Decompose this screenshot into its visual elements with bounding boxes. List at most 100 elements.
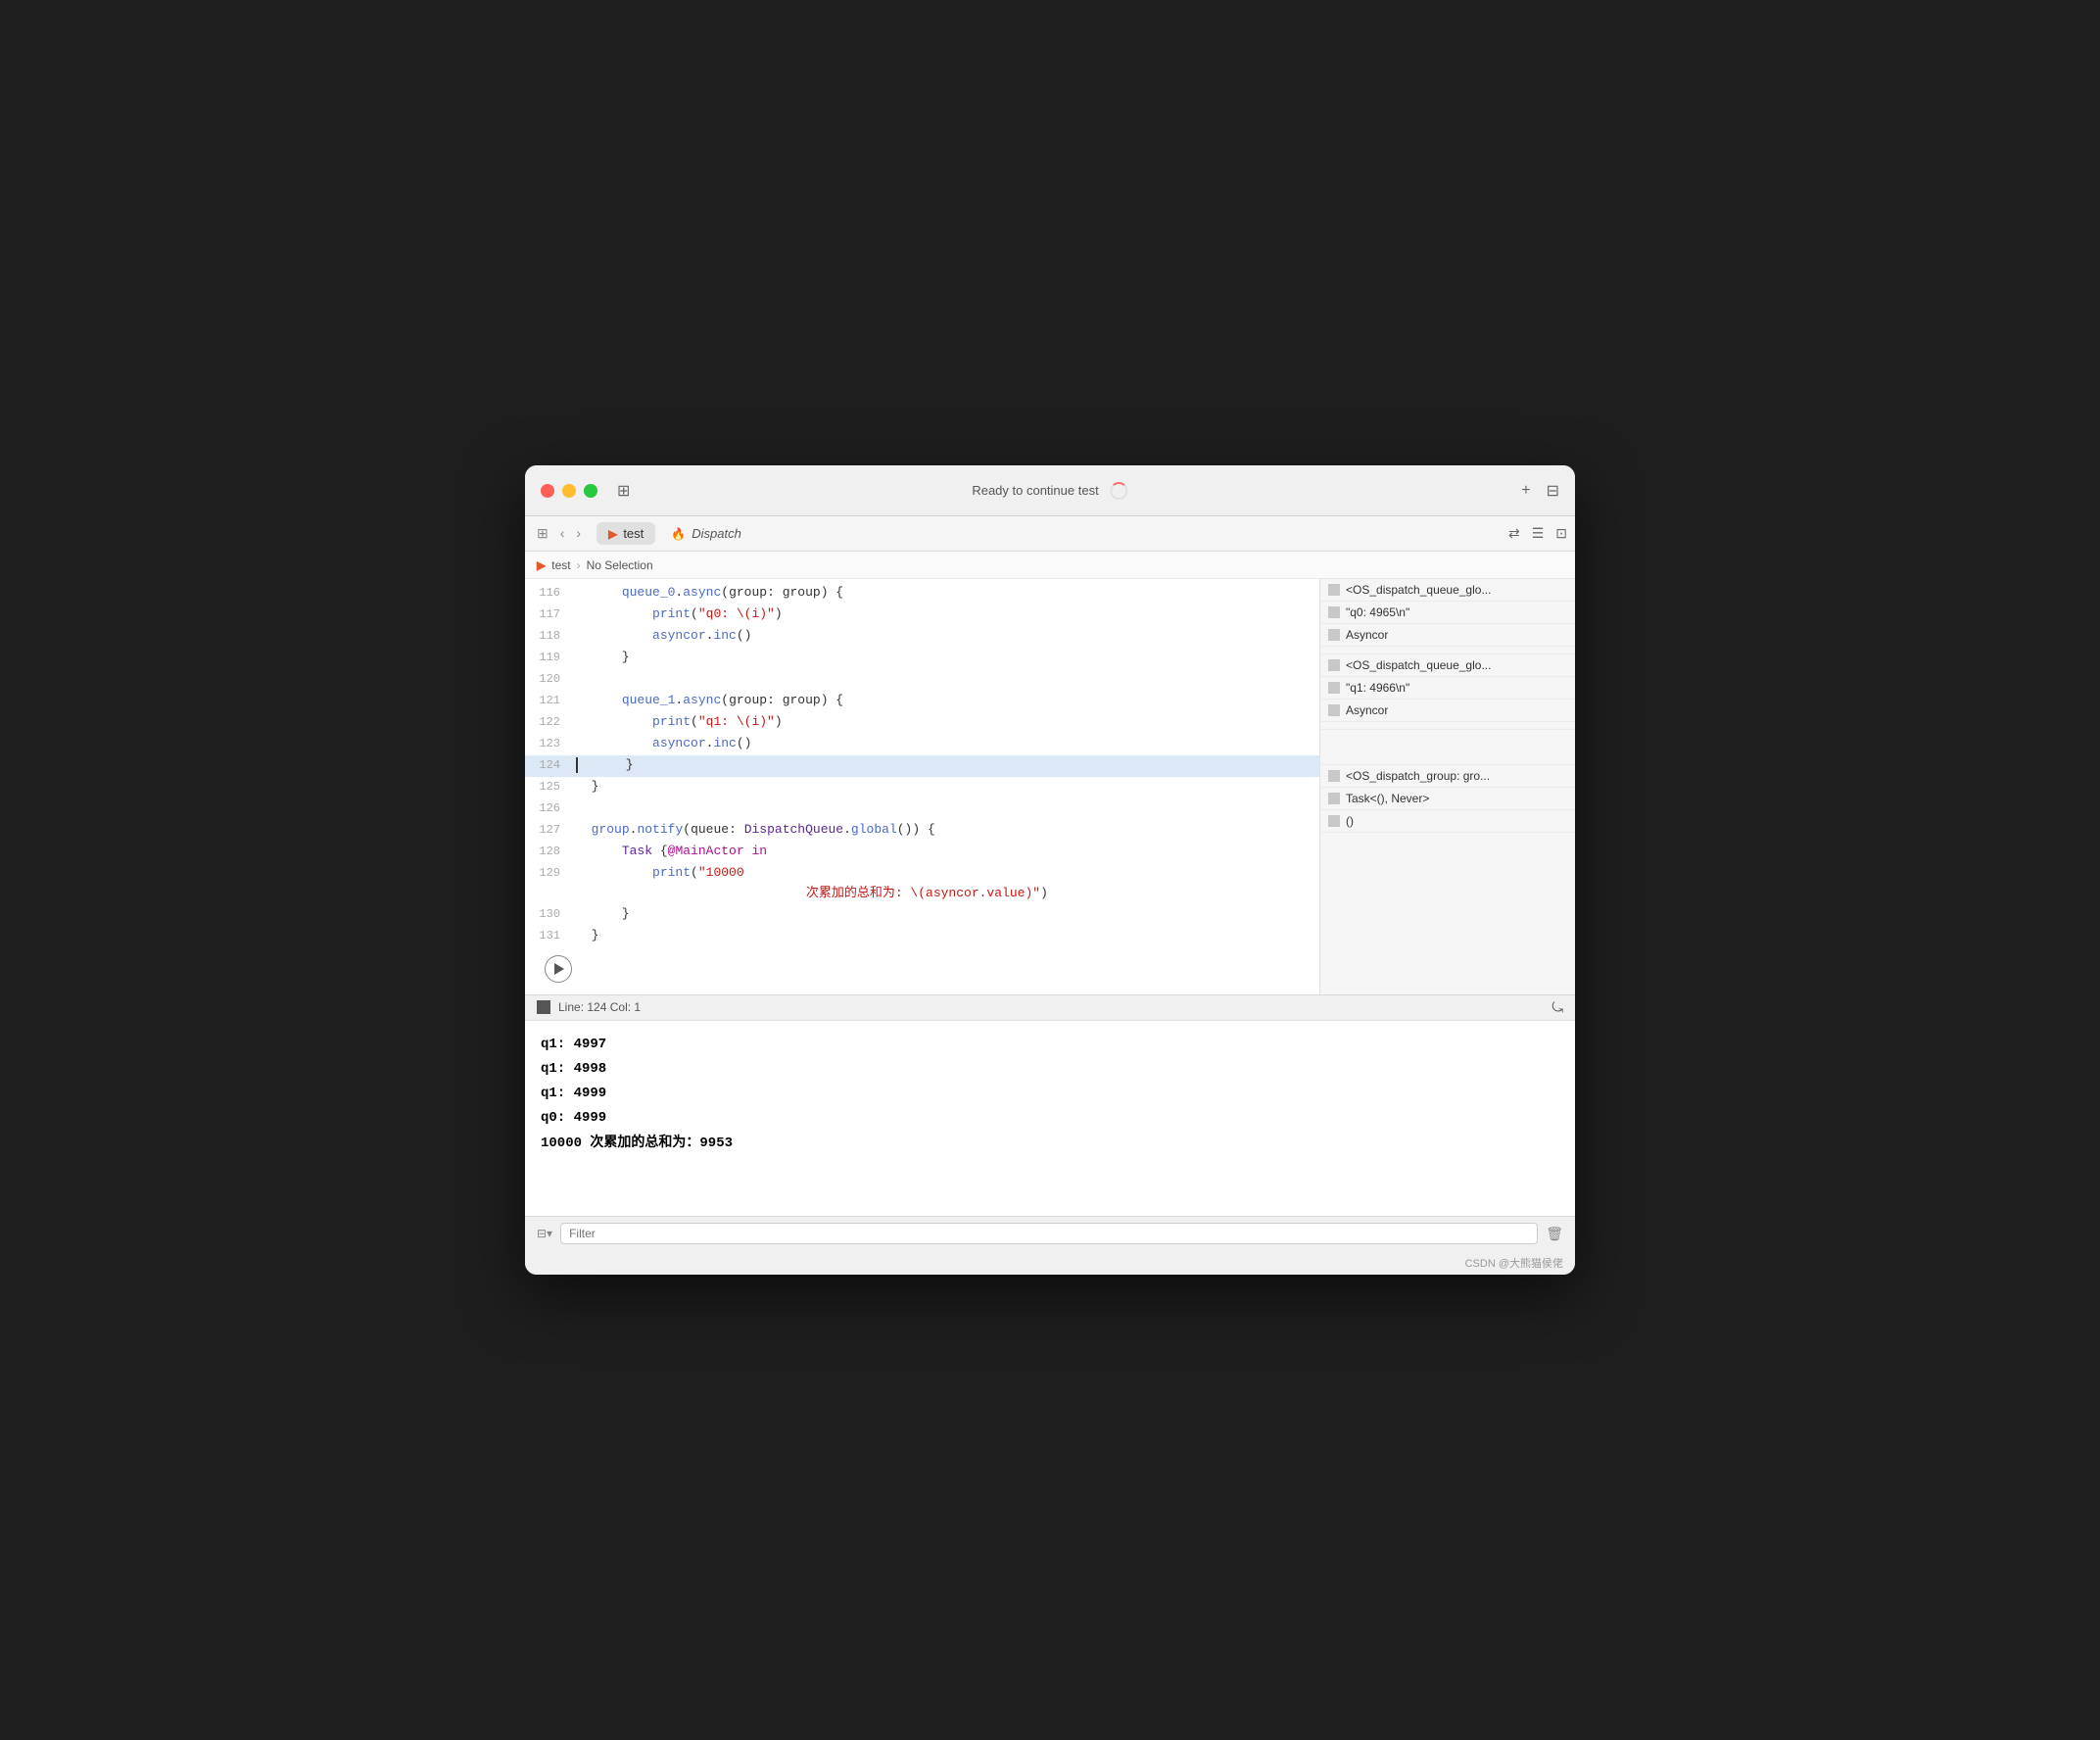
- panel-row: <OS_dispatch_queue_glo...: [1320, 579, 1575, 602]
- run-button[interactable]: [545, 955, 572, 983]
- panel-square-icon: [1328, 629, 1340, 641]
- breadcrumb-selection: No Selection: [587, 558, 653, 572]
- line-number: 126: [525, 798, 576, 818]
- table-row: 128 Task {@MainActor in: [525, 842, 1319, 863]
- line-content: queue_1.async(group: group) {: [576, 691, 1319, 711]
- nav-back-button[interactable]: ‹: [556, 523, 569, 544]
- line-number: 131: [525, 926, 576, 945]
- wrap-icon[interactable]: ⤿: [1551, 999, 1563, 1016]
- tab-dispatch[interactable]: 🔥 Dispatch: [659, 522, 753, 545]
- breadcrumb: ▶ test › No Selection: [525, 552, 1575, 579]
- titlebar: ⊞ Ready to continue test + ⊟: [525, 465, 1575, 516]
- line-content: }: [576, 755, 1319, 776]
- tab-navigation: ⊞ ‹ ›: [533, 523, 585, 544]
- table-row: 131 }: [525, 926, 1319, 947]
- panel-value: Asyncor: [1346, 628, 1388, 642]
- panel-square-icon: [1328, 606, 1340, 618]
- tabbar: ⊞ ‹ › ▶ test 🔥 Dispatch ⇄ ☰ ⊡: [525, 516, 1575, 552]
- statusbar: Line: 124 Col: 1 ⤿: [525, 994, 1575, 1020]
- panel-row: Asyncor: [1320, 624, 1575, 647]
- panel-divider: [1320, 647, 1575, 654]
- console-line: q1: 4997: [541, 1033, 1559, 1057]
- panel-value: <OS_dispatch_queue_glo...: [1346, 658, 1491, 672]
- line-number: 130: [525, 904, 576, 924]
- line-content: queue_0.async(group: group) {: [576, 583, 1319, 604]
- panel-square-icon: [1328, 682, 1340, 694]
- code-editor: 116 queue_0.async(group: group) { 117 pr…: [525, 579, 1320, 994]
- titlebar-right: + ⊟: [1521, 481, 1559, 501]
- console-output: q1: 4997 q1: 4998 q1: 4999 q0: 4999 1000…: [525, 1020, 1575, 1216]
- panel-value: <OS_dispatch_queue_glo...: [1346, 583, 1491, 597]
- traffic-lights: [541, 484, 597, 498]
- panel-square-icon: [1328, 584, 1340, 596]
- layout-icon[interactable]: ⊟: [1547, 481, 1559, 501]
- line-content: }: [576, 926, 1319, 946]
- code-area[interactable]: 116 queue_0.async(group: group) { 117 pr…: [525, 579, 1319, 994]
- attribution-text: CSDN @大熊猫侯佬: [1465, 1258, 1563, 1270]
- table-row: 118 asyncor.inc(): [525, 626, 1319, 648]
- line-content: asyncor.inc(): [576, 626, 1319, 647]
- main-window: ⊞ Ready to continue test + ⊟ ⊞ ‹ › ▶ tes…: [525, 465, 1575, 1275]
- line-info: Line: 124: [558, 1000, 606, 1014]
- table-row: 123 asyncor.inc(): [525, 734, 1319, 755]
- attribution: CSDN @大熊猫侯佬: [525, 1251, 1575, 1275]
- line-number: 120: [525, 669, 576, 689]
- breadcrumb-separator: ›: [577, 558, 581, 572]
- line-content: print("10000 次累加的总和为: \(asyncor.value)"): [576, 863, 1319, 904]
- titlebar-center: Ready to continue test: [972, 482, 1127, 500]
- col-value: Col: 1: [610, 1000, 641, 1014]
- table-row: 117 print("q0: \(i)"): [525, 604, 1319, 626]
- panel-square-icon: [1328, 815, 1340, 827]
- filter-input[interactable]: [560, 1223, 1538, 1244]
- table-row: 122 print("q1: \(i)"): [525, 712, 1319, 734]
- line-number: 123: [525, 734, 576, 753]
- line-content: }: [576, 648, 1319, 668]
- panel-value: Task<(), Never>: [1346, 792, 1429, 805]
- panel-row: Task<(), Never>: [1320, 788, 1575, 810]
- panel-row: (): [1320, 810, 1575, 833]
- tab-test-label: test: [623, 526, 644, 541]
- panel-row: <OS_dispatch_group: gro...: [1320, 765, 1575, 788]
- tab-dispatch-label: Dispatch: [692, 526, 741, 541]
- statusbar-right: ⤿: [1551, 999, 1563, 1016]
- panel-divider: [1320, 722, 1575, 730]
- right-panel: <OS_dispatch_queue_glo... "q0: 4965\n" A…: [1320, 579, 1575, 994]
- table-row: 129 print("10000 次累加的总和为: \(asyncor.valu…: [525, 863, 1319, 904]
- line-content: print("q1: \(i)"): [576, 712, 1319, 733]
- line-number: 127: [525, 820, 576, 840]
- panel-value: (): [1346, 814, 1354, 828]
- nav-forward-button[interactable]: ›: [572, 523, 585, 544]
- close-button[interactable]: [541, 484, 554, 498]
- window-title: Ready to continue test: [972, 483, 1098, 498]
- panel-square-icon: [1328, 770, 1340, 782]
- line-number: 124: [525, 755, 576, 775]
- list-icon[interactable]: ☰: [1532, 525, 1545, 542]
- tab-test[interactable]: ▶ test: [597, 522, 655, 545]
- stop-icon[interactable]: [537, 1000, 550, 1014]
- minimize-button[interactable]: [562, 484, 576, 498]
- filter-dropdown-icon[interactable]: ⊟▾: [537, 1227, 552, 1240]
- sidebar-icon[interactable]: ⊞: [617, 481, 630, 501]
- loading-spinner: [1111, 482, 1128, 500]
- trash-icon[interactable]: 🗑: [1546, 1226, 1563, 1242]
- main-content: 116 queue_0.async(group: group) { 117 pr…: [525, 579, 1575, 994]
- panel-square-icon: [1328, 659, 1340, 671]
- table-row: 116 queue_0.async(group: group) {: [525, 583, 1319, 604]
- panel-row: <OS_dispatch_queue_glo...: [1320, 654, 1575, 677]
- panel-square-icon: [1328, 793, 1340, 804]
- refresh-icon[interactable]: ⇄: [1508, 525, 1520, 542]
- panel-spacer: [1320, 730, 1575, 765]
- table-row: 126: [525, 798, 1319, 820]
- add-icon[interactable]: +: [1521, 482, 1530, 500]
- nav-grid-icon[interactable]: ⊞: [533, 523, 552, 544]
- line-number: 122: [525, 712, 576, 732]
- split-icon[interactable]: ⊡: [1555, 525, 1567, 542]
- line-number: 119: [525, 648, 576, 667]
- line-number: 125: [525, 777, 576, 797]
- console-line: 10000 次累加的总和为：9953: [541, 1132, 1559, 1156]
- flame-icon: 🔥: [671, 527, 686, 541]
- panel-row: "q0: 4965\n": [1320, 602, 1575, 624]
- line-number: 128: [525, 842, 576, 861]
- maximize-button[interactable]: [584, 484, 597, 498]
- line-number: 129: [525, 863, 576, 883]
